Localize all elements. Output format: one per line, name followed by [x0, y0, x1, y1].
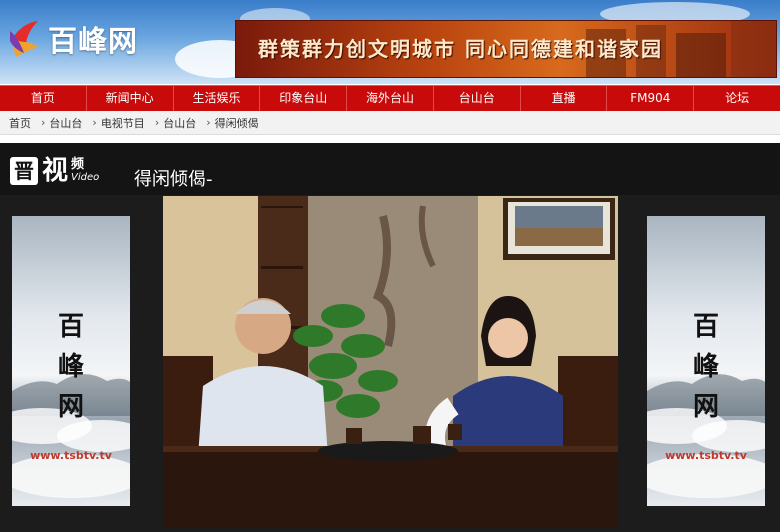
video-section-logo: 晋 视 频 Video: [10, 157, 99, 185]
video-player[interactable]: [163, 196, 618, 528]
video-logo-small-en: Video: [71, 172, 100, 183]
video-logo-box: 晋: [10, 157, 38, 185]
ad-char: 峰: [57, 352, 84, 382]
video-logo-small-cn: 频: [71, 157, 85, 172]
ad-char: 峰: [692, 352, 719, 382]
ad-char: 网: [57, 392, 84, 422]
side-ad-right[interactable]: 百 峰 网 www.tsbtv.tv: [647, 216, 765, 506]
nav-item-fm904[interactable]: FM904: [607, 86, 695, 111]
breadcrumb-item[interactable]: 台山台: [49, 115, 82, 131]
site-header: 百峰网 群策群力创文明城市 同心同德建和谐家园: [0, 0, 780, 84]
video-logo-cn: 视: [42, 156, 69, 186]
breadcrumb-separator-icon: ›: [92, 116, 97, 129]
nav-item-news[interactable]: 新闻中心: [87, 86, 174, 111]
nav-item-impressions[interactable]: 印象台山: [260, 86, 348, 111]
ad-url: www.tsbtv.tv: [30, 449, 112, 462]
breadcrumb-separator-icon: ›: [154, 116, 160, 129]
logo-mark-icon: [8, 17, 42, 61]
nav-item-live[interactable]: 直播: [521, 86, 608, 111]
video-logo-sub: 频 Video: [71, 158, 99, 184]
site-logo[interactable]: 百峰网: [8, 14, 168, 64]
breadcrumb-separator-icon: ›: [206, 116, 211, 129]
video-title: 得闲倾偈-: [134, 169, 213, 190]
ad-char: 百: [57, 312, 84, 342]
breadcrumb-separator-icon: ›: [41, 116, 46, 129]
main-nav: 首页 新闻中心 生活娱乐 印象台山 海外台山 台山台 直播 FM904 论坛: [0, 85, 780, 112]
ad-char: 百: [692, 312, 719, 342]
ad-url: www.tsbtv.tv: [665, 449, 747, 462]
breadcrumb-item[interactable]: 电视节目: [101, 115, 145, 131]
banner-slogan: 群策群力创文明城市 同心同德建和谐家园: [258, 37, 663, 61]
side-ad-left[interactable]: 百 峰 网 www.tsbtv.tv: [12, 216, 130, 506]
breadcrumb-item-current: 得闲倾偈: [214, 116, 259, 130]
nav-item-lifestyle[interactable]: 生活娱乐: [174, 86, 261, 111]
site-logo-text: 百峰网: [48, 24, 139, 58]
nav-item-overseas[interactable]: 海外台山: [347, 86, 434, 111]
ad-char: 网: [692, 392, 719, 422]
breadcrumb-item[interactable]: 台山台: [163, 115, 196, 131]
banner-ad[interactable]: 群策群力创文明城市 同心同德建和谐家园: [235, 20, 777, 78]
breadcrumb: 首页 › 台山台 › 电视节目 › 台山台 › 得闲倾偈: [0, 111, 780, 135]
video-header: 晋 视 频 Video 得闲倾偈-: [0, 143, 780, 195]
video-frame-image: [163, 196, 618, 528]
nav-item-forum[interactable]: 论坛: [694, 86, 780, 111]
nav-item-taishan-tv[interactable]: 台山台: [434, 86, 521, 111]
breadcrumb-item[interactable]: 首页: [9, 115, 31, 131]
video-section: 晋 视 频 Video 得闲倾偈- 百 峰 网 www.tsbtv.tv 百 峰…: [0, 143, 780, 532]
nav-item-home[interactable]: 首页: [0, 86, 87, 111]
